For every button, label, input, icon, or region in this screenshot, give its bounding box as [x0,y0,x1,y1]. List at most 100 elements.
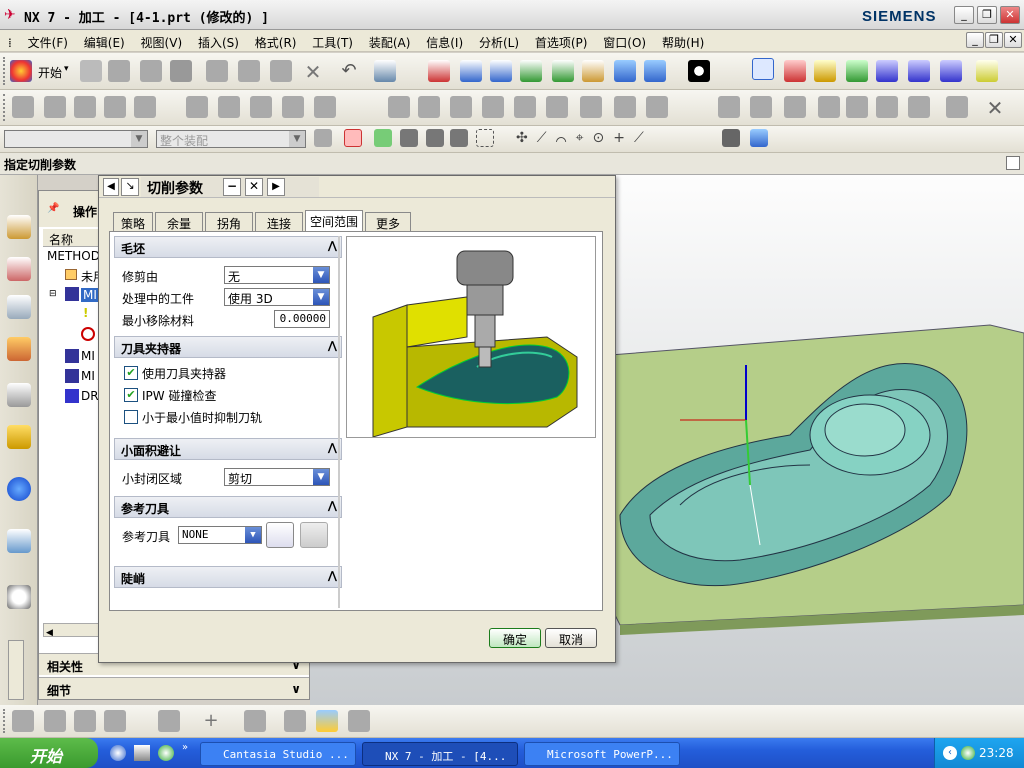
reuse-library-icon[interactable] [7,383,31,407]
resource-scroll[interactable] [8,640,24,700]
maximize-button[interactable]: ❐ [977,6,997,24]
cut-region-icon[interactable] [846,96,868,118]
collapse-small-area-icon[interactable]: ⋀ [328,441,337,454]
clock-icon[interactable] [7,585,31,609]
ipw-collision-checkbox[interactable]: ✔ [124,388,138,402]
reference-tool-select[interactable]: NONE ▼ [178,526,262,544]
menu-preferences[interactable]: 首选项(P) [529,30,594,51]
create-program-icon[interactable] [12,96,34,118]
analysis-icon-3[interactable] [284,710,306,732]
create-operation-icon[interactable] [134,96,156,118]
rotate-icon[interactable] [552,60,574,82]
start-button[interactable]: 开始 [0,738,98,768]
clear-icon[interactable]: ✕ [984,96,1006,120]
group-blank[interactable]: 毛坯 ⋀ [114,236,342,258]
dim-icon-2[interactable] [44,710,66,732]
simulate-icon[interactable] [514,96,536,118]
cancel-button[interactable]: 取消 [545,628,597,648]
tree-row-mill-2[interactable]: MI [81,349,95,363]
save-icon[interactable] [140,60,162,82]
shop-documentation-icon[interactable] [646,96,668,118]
operation-navigator-icon[interactable] [7,295,31,319]
menu-format[interactable]: 格式(R) [249,30,303,51]
web-browser-icon[interactable] [7,529,31,553]
create-tool-icon[interactable] [44,96,66,118]
pin-icon[interactable]: 📌 [47,203,59,214]
task-nx[interactable]: NX 7 - 加工 - [4... [362,742,518,766]
filter-reset-icon[interactable] [314,129,332,147]
menu-assembly[interactable]: 装配(A) [363,30,417,51]
group-small-area[interactable]: 小面积避让 ⋀ [114,438,342,460]
tray-app-icon[interactable] [961,746,975,760]
edit-tool-icon[interactable] [300,522,328,548]
object-icon[interactable] [750,96,772,118]
dialog-collapse-icon[interactable]: − [223,178,241,196]
analysis-icon-2[interactable] [244,710,266,732]
menu-file[interactable]: 文件(F) [22,30,74,51]
menu-help[interactable]: 帮助(H) [656,30,710,51]
doc-minimize-button[interactable]: _ [966,32,984,48]
post-icon[interactable] [876,60,898,82]
open-icon[interactable] [108,60,130,82]
menu-tools[interactable]: 工具(T) [306,30,359,51]
analysis-icon-5[interactable] [348,710,370,732]
constraint-navigator-icon[interactable] [7,257,31,281]
cue-menu-icon[interactable] [1006,156,1020,170]
small-closed-select[interactable]: 剪切 ▼ [224,468,330,486]
ipw-icon[interactable] [784,96,806,118]
wcs-icon[interactable] [752,58,774,80]
repeat-command-icon[interactable] [374,60,396,82]
minimize-button[interactable]: _ [954,6,974,24]
use-holder-checkbox[interactable]: ✔ [124,366,138,380]
start-dropdown-icon[interactable]: ▾ [64,64,69,74]
measure-icon[interactable] [976,60,998,82]
view-snap-icon[interactable] [722,129,740,147]
copy-icon[interactable] [238,60,260,82]
snap-point-icon[interactable] [344,129,362,147]
block-icon[interactable] [946,96,968,118]
doc-close-button[interactable]: ✕ [1004,32,1022,48]
orient-view-icon[interactable] [644,60,666,82]
group-steep[interactable]: 陡峭 ⋀ [114,566,342,588]
history-icon[interactable] [7,425,31,449]
group-reference-tool[interactable]: 参考刀具 ⋀ [114,496,342,518]
menu-analysis[interactable]: 分析(L) [473,30,525,51]
task-powerpoint[interactable]: Microsoft PowerP... [524,742,680,766]
collapse-holder-icon[interactable]: ⋀ [328,339,337,352]
info-icon[interactable] [7,477,31,501]
point-icon[interactable] [818,96,840,118]
doc-restore-button[interactable]: ❐ [985,32,1003,48]
point-construct-icon[interactable]: + [200,710,222,732]
select-face-icon[interactable] [426,129,444,147]
tree-row-method[interactable]: METHOD [47,249,100,263]
method-view-icon[interactable] [282,96,304,118]
menu-window[interactable]: 窗口(O) [597,30,652,51]
view-layer-icon[interactable] [908,96,930,118]
generate-toolpath-icon[interactable] [388,96,410,118]
tab-more[interactable]: 更多 [365,212,411,232]
analysis-icon-4[interactable] [316,710,338,732]
start-icon[interactable] [10,60,32,82]
create-method-icon[interactable] [104,96,126,118]
quicklaunch-icon[interactable] [158,745,174,761]
edit-object-icon[interactable] [314,96,336,118]
machine-tool-view-icon[interactable] [218,96,240,118]
desktop-icon[interactable] [134,745,150,761]
machine-navigator-icon[interactable] [7,337,31,361]
select-edge-icon[interactable] [450,129,468,147]
render-style-icon[interactable] [614,60,636,82]
rectangle-select-icon[interactable] [476,129,494,147]
details-panel[interactable]: 细节 ∨ [39,677,309,699]
layer-icon[interactable] [876,96,898,118]
create-geometry-icon[interactable] [74,96,96,118]
tree-row-mill-selected[interactable]: MI [81,288,99,302]
undo-icon[interactable]: ↶ [338,60,360,82]
suppress-checkbox[interactable] [124,410,138,424]
type-filter-combo[interactable]: ▼ [4,130,148,148]
tab-containment[interactable]: 空间范围 [305,210,363,232]
group-tool-holder[interactable]: 刀具夹持器 ⋀ [114,336,342,358]
shop-doc-icon[interactable] [908,60,930,82]
task-camtasia[interactable]: Cantasia Studio ... [200,742,356,766]
paste-icon[interactable] [270,60,292,82]
fit-icon[interactable] [428,60,450,82]
